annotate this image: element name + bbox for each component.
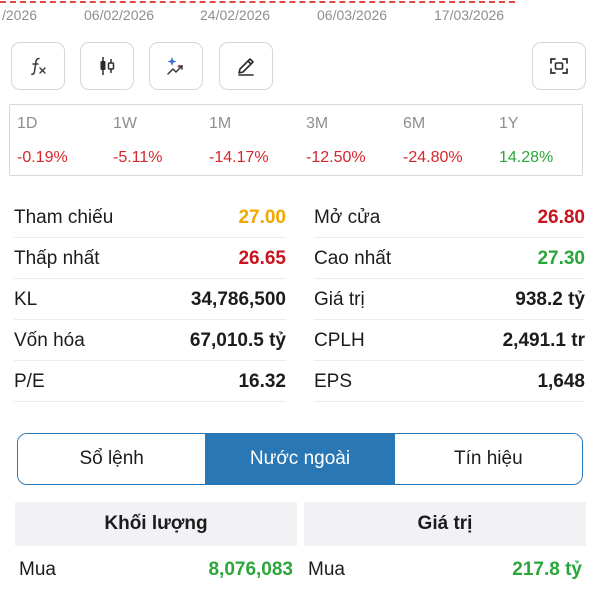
date-tick: /2026: [2, 7, 38, 23]
ai-sparkle-icon: [167, 57, 183, 75]
date-tick: 06/02/2026: [84, 7, 155, 23]
stat-label: Cao nhất: [314, 247, 392, 269]
period-label: 1Y: [499, 115, 519, 132]
stat-market-cap: Vốn hóa 67,010.5 tỷ: [14, 321, 286, 361]
stat-open-price: Mở cửa 26.80: [314, 198, 585, 238]
period-1y[interactable]: 1Y 14.28%: [499, 105, 595, 177]
date-tick: 06/03/2026: [317, 7, 388, 23]
period-1m[interactable]: 1M -14.17%: [209, 105, 305, 177]
stat-label: CPLH: [314, 329, 365, 351]
period-3m[interactable]: 3M -12.50%: [306, 105, 402, 177]
period-performance-bar: 1D -0.19% 1W -5.11% 1M -14.17% 3M -12.50…: [9, 104, 583, 176]
stat-volume: KL 34,786,500: [14, 280, 286, 320]
buy-value-amount: 217.8 tỷ: [512, 559, 582, 580]
stat-eps: EPS 1,648: [314, 362, 585, 402]
value-column-header: Giá trị: [304, 502, 586, 546]
stat-label: EPS: [314, 370, 353, 392]
indicator-function-button[interactable]: [11, 42, 65, 90]
stat-value: 27.30: [537, 247, 585, 269]
draw-tool-button[interactable]: [219, 42, 273, 90]
period-label: 1W: [113, 115, 137, 132]
period-label: 1D: [17, 115, 38, 132]
period-label: 6M: [403, 115, 426, 132]
tab-foreign[interactable]: Nước ngoài: [206, 434, 395, 484]
buy-label: Mua: [308, 559, 345, 580]
stat-label: Vốn hóa: [14, 329, 85, 351]
stat-value: 26.65: [238, 247, 286, 269]
stat-reference-price: Tham chiếu 27.00: [14, 198, 286, 238]
stat-outstanding-shares: CPLH 2,491.1 tr: [314, 321, 585, 361]
period-change: 14.28%: [499, 149, 554, 166]
screenshot-button[interactable]: [532, 42, 586, 90]
stat-value: 1,648: [537, 370, 585, 392]
period-1w[interactable]: 1W -5.11%: [113, 105, 209, 177]
volume-column-header: Khối lượng: [15, 502, 297, 546]
stat-high-price: Cao nhất 27.30: [314, 239, 585, 279]
tab-order-book[interactable]: Sổ lệnh: [18, 434, 207, 484]
period-label: 3M: [306, 115, 329, 132]
stat-label: KL: [14, 288, 38, 310]
screenshot-scan-icon: [550, 58, 568, 74]
period-change: -0.19%: [17, 149, 68, 166]
stat-value: 938.2 tỷ: [515, 288, 585, 310]
period-1d[interactable]: 1D -0.19%: [17, 105, 113, 177]
stat-trade-value: Giá trị 938.2 tỷ: [314, 280, 585, 320]
stat-value: 26.80: [537, 206, 585, 228]
pencil-icon: [238, 58, 254, 76]
chart-date-axis: /2026 06/02/2026 24/02/2026 06/03/2026 1…: [0, 0, 600, 30]
stat-label: P/E: [14, 370, 45, 392]
buy-value-row: Mua 217.8 tỷ: [304, 550, 586, 590]
stat-value: 2,491.1 tr: [502, 329, 585, 351]
stat-value: 27.00: [238, 206, 286, 228]
stat-label: Giá trị: [314, 288, 365, 310]
date-tick: 24/02/2026: [200, 7, 271, 23]
period-label: 1M: [209, 115, 232, 132]
period-6m[interactable]: 6M -24.80%: [403, 105, 499, 177]
date-tick: 17/03/2026: [434, 7, 505, 23]
detail-tabs: Sổ lệnh Nước ngoài Tín hiệu: [17, 433, 583, 485]
stat-label: Mở cửa: [314, 206, 381, 228]
buy-label: Mua: [19, 559, 56, 580]
period-change: -14.17%: [209, 149, 269, 166]
candlestick-icon: [100, 57, 115, 75]
period-change: -24.80%: [403, 149, 463, 166]
stat-label: Tham chiếu: [14, 206, 114, 228]
buy-volume-row: Mua 8,076,083: [15, 550, 297, 590]
stat-pe: P/E 16.32: [14, 362, 286, 402]
function-icon: [31, 57, 46, 76]
stat-value: 34,786,500: [190, 288, 286, 310]
stat-label: Thấp nhất: [14, 247, 100, 269]
period-change: -12.50%: [306, 149, 366, 166]
ai-analysis-button[interactable]: [149, 42, 203, 90]
price-reference-line: [0, 1, 515, 3]
tab-signals[interactable]: Tín hiệu: [394, 434, 582, 484]
chart-type-button[interactable]: [80, 42, 134, 90]
stat-value: 67,010.5 tỷ: [189, 329, 286, 351]
stat-low-price: Thấp nhất 26.65: [14, 239, 286, 279]
buy-volume-value: 8,076,083: [208, 559, 293, 580]
stat-value: 16.32: [238, 370, 286, 392]
period-change: -5.11%: [113, 149, 163, 166]
